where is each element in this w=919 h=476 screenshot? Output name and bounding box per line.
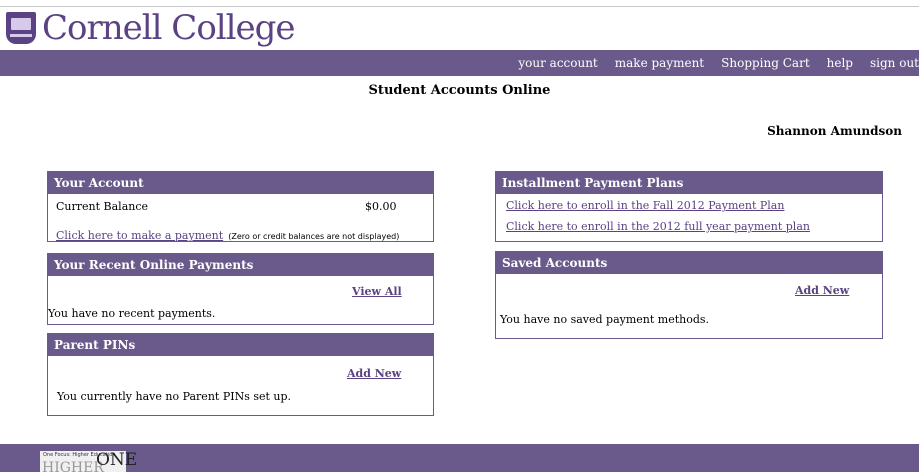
brand-name: Cornell College <box>42 8 296 48</box>
balance-label: Current Balance <box>56 200 149 213</box>
saved-accounts-add-new[interactable]: Add New <box>795 284 849 297</box>
saved-accounts-title: Saved Accounts <box>496 252 882 274</box>
nav-make-payment[interactable]: make payment <box>615 56 704 70</box>
payment-row: Click here to make a payment (Zero or cr… <box>56 224 399 243</box>
your-account-title: Your Account <box>48 172 433 194</box>
nav-shopping-cart[interactable]: Shopping Cart <box>721 56 810 70</box>
view-all-link[interactable]: View All <box>352 285 402 298</box>
nav-sign-out[interactable]: sign out <box>870 56 919 70</box>
your-account-panel: Your Account Current Balance $0.00 Click… <box>47 171 434 242</box>
installment-title: Installment Payment Plans <box>496 172 882 194</box>
payment-note: (Zero or credit balances are not display… <box>228 232 400 241</box>
cornell-logo[interactable]: Cornell College <box>6 8 296 48</box>
make-payment-link[interactable]: Click here to make a payment <box>56 229 223 242</box>
recent-payments-panel: Your Recent Online Payments View All You… <box>47 253 434 325</box>
page-title: Student Accounts Online <box>368 83 551 98</box>
top-nav-bar: your account make payment Shopping Cart … <box>0 50 919 76</box>
top-divider <box>0 6 919 7</box>
parent-pins-empty: You currently have no Parent PINs set up… <box>57 390 292 403</box>
user-name: Shannon Amundson <box>767 124 902 138</box>
parent-pins-panel: Parent PINs Add New You currently have n… <box>47 333 434 416</box>
enroll-full-year-link[interactable]: Click here to enroll in the 2012 full ye… <box>506 220 810 233</box>
recent-payments-empty: You have no recent payments. <box>48 307 216 320</box>
saved-accounts-empty: You have no saved payment methods. <box>500 313 710 326</box>
nav-help[interactable]: help <box>827 56 853 70</box>
installment-panel: Installment Payment Plans Click here to … <box>495 171 883 242</box>
nav-your-account[interactable]: your account <box>518 56 597 70</box>
cornell-crest-icon <box>6 12 36 44</box>
balance-value: $0.00 <box>365 200 397 213</box>
parent-pins-title: Parent PINs <box>48 334 433 356</box>
recent-payments-title: Your Recent Online Payments <box>48 254 433 276</box>
higher-one-one-text: ONE <box>96 450 138 470</box>
saved-accounts-panel: Saved Accounts Add New You have no saved… <box>495 251 883 339</box>
higher-one-higher-text: HIGHER <box>42 460 104 476</box>
enroll-fall-2012-link[interactable]: Click here to enroll in the Fall 2012 Pa… <box>506 199 784 212</box>
top-nav: your account make payment Shopping Cart … <box>501 50 919 76</box>
footer-bar <box>0 444 919 472</box>
parent-pins-add-new[interactable]: Add New <box>347 367 401 380</box>
